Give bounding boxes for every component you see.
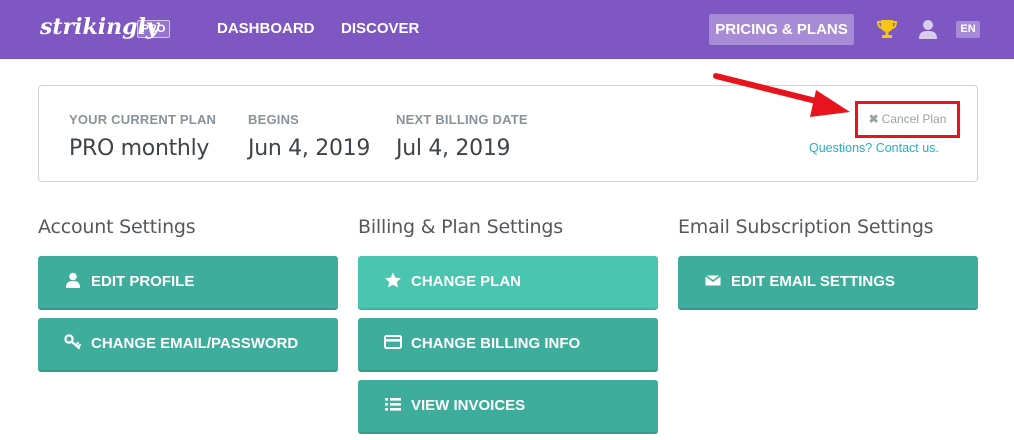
current-plan-label: YOUR CURRENT PLAN — [69, 112, 217, 127]
pricing-plans-button[interactable]: PRICING & PLANS — [709, 14, 854, 45]
change-email-password-button[interactable]: CHANGE EMAIL/PASSWORD — [38, 318, 338, 372]
credit-card-icon — [384, 335, 402, 349]
user-icon[interactable] — [917, 18, 939, 40]
envelope-icon — [705, 274, 721, 286]
change-billing-info-label: CHANGE BILLING INFO — [411, 335, 581, 352]
begins-label: BEGINS — [248, 112, 300, 127]
edit-profile-button[interactable]: EDIT PROFILE — [38, 256, 338, 310]
change-billing-info-button[interactable]: CHANGE BILLING INFO — [358, 318, 658, 372]
current-plan-info: YOUR CURRENT PLAN PRO monthly — [69, 112, 216, 161]
begins-info: BEGINS Jun 4, 2019 — [248, 112, 370, 161]
nav-dashboard-link[interactable]: DASHBOARD — [217, 20, 315, 37]
top-nav-bar: strikingly PRO DASHBOARD DISCOVER PRICIN… — [0, 0, 1014, 59]
pro-badge: PRO — [137, 20, 170, 38]
close-icon: ✖ — [868, 112, 879, 126]
change-plan-button[interactable]: CHANGE PLAN — [358, 256, 658, 310]
key-icon — [64, 334, 82, 350]
next-billing-value: Jul 4, 2019 — [396, 136, 511, 161]
trophy-icon[interactable] — [877, 18, 897, 40]
current-plan-value: PRO monthly — [69, 136, 210, 161]
edit-profile-label: EDIT PROFILE — [91, 273, 195, 290]
list-icon — [385, 398, 401, 411]
nav-discover-link[interactable]: DISCOVER — [341, 20, 419, 37]
email-subscription-settings-title: Email Subscription Settings — [678, 216, 934, 238]
language-selector[interactable]: EN — [956, 21, 980, 38]
billing-plan-settings-title: Billing & Plan Settings — [358, 216, 563, 238]
view-invoices-label: VIEW INVOICES — [411, 397, 526, 414]
next-billing-label: NEXT BILLING DATE — [396, 112, 528, 127]
annotation-arrow-icon — [713, 73, 850, 117]
star-icon — [385, 272, 401, 288]
change-plan-label: CHANGE PLAN — [411, 273, 522, 290]
edit-email-settings-label: EDIT EMAIL SETTINGS — [731, 273, 895, 290]
contact-us-link[interactable]: Questions? Contact us. — [809, 141, 939, 155]
view-invoices-button[interactable]: VIEW INVOICES — [358, 380, 658, 434]
begins-value: Jun 4, 2019 — [248, 136, 371, 161]
user-icon — [66, 272, 80, 288]
change-email-password-label: CHANGE EMAIL/PASSWORD — [91, 335, 299, 352]
account-settings-title: Account Settings — [38, 216, 196, 238]
edit-email-settings-button[interactable]: EDIT EMAIL SETTINGS — [678, 256, 978, 310]
cancel-plan-highlight: ✖ Cancel Plan — [855, 101, 960, 138]
cancel-plan-link[interactable]: ✖ Cancel Plan — [858, 104, 957, 135]
cancel-plan-label: Cancel Plan — [881, 112, 947, 126]
next-billing-info: NEXT BILLING DATE Jul 4, 2019 — [396, 112, 528, 161]
